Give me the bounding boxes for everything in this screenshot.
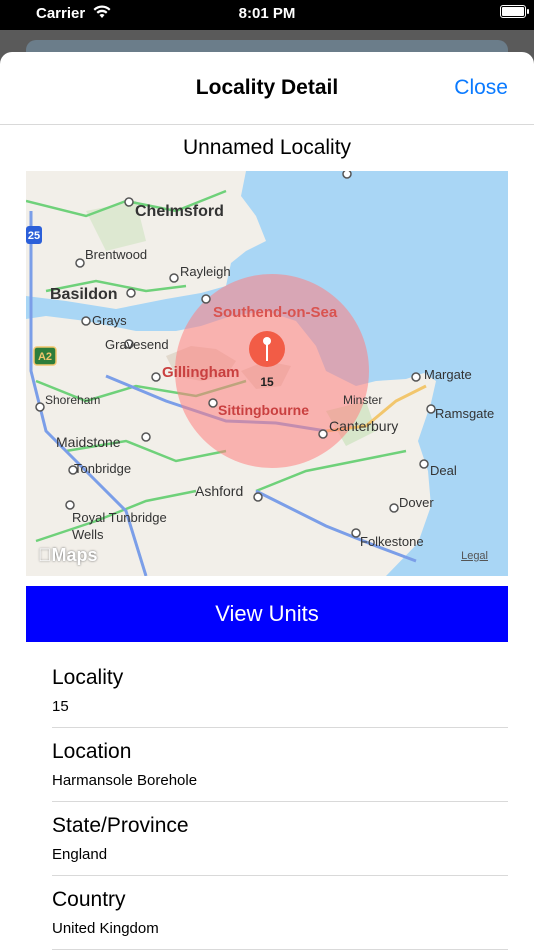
label-southend: Southend-on-Sea (213, 304, 338, 321)
view-units-button[interactable]: View Units (26, 586, 508, 642)
detail-label: Location (52, 740, 132, 763)
status-bar: Carrier 8:01 PM (0, 0, 534, 28)
detail-label: State/Province (52, 814, 189, 837)
label-basildon: Basildon (50, 286, 118, 303)
label-wells: Wells (72, 527, 104, 542)
label-gillingham: Gillingham (162, 364, 240, 381)
label-shoreham: Shoreham (45, 393, 100, 407)
detail-row-location: Location Harmansole Borehole (52, 728, 508, 802)
locality-name: Unnamed Locality (182, 136, 352, 159)
label-minster: Minster (343, 393, 382, 407)
detail-row-state: State/Province England (52, 802, 508, 876)
map-view[interactable]: A2 25 Chelmsford Brentwood Rayleigh Basi… (26, 171, 508, 576)
label-deal: Deal (430, 463, 457, 478)
detail-value: United Kingdom (52, 920, 159, 937)
label-maidstone: Maidstone (56, 434, 121, 450)
label-margate: Margate (424, 367, 472, 382)
road-shield-25: 25 (28, 230, 40, 242)
close-button[interactable]: Close (454, 76, 508, 100)
legal-link[interactable]: Legal (461, 550, 488, 562)
locality-detail-sheet: Locality Detail Close Unnamed Locality A… (0, 52, 534, 950)
label-royal-tunbridge: Royal Tunbridge (72, 510, 167, 525)
detail-value: 15 (52, 698, 69, 715)
label-rayleigh: Rayleigh (180, 264, 231, 279)
detail-value: England (52, 846, 108, 863)
label-chelmsford: Chelmsford (135, 203, 224, 220)
detail-label: Locality (52, 666, 124, 689)
label-gravesend: Gravesend (105, 337, 169, 352)
locality-pin-icon (249, 331, 285, 367)
label-canterbury: Canterbury (329, 418, 398, 434)
label-grays: Grays (92, 313, 127, 328)
details-list: Locality 15 Location Harmansole Borehole… (52, 654, 508, 950)
battery-icon (500, 5, 529, 18)
navigation-bar: Locality Detail Close (0, 52, 534, 125)
apple-maps-logo: Maps (38, 545, 98, 565)
clock: 8:01 PM (238, 5, 296, 22)
label-brentwood: Brentwood (85, 247, 147, 262)
pin-label: 15 (260, 375, 274, 389)
detail-row-locality: Locality 15 (52, 654, 508, 728)
label-dover: Dover (399, 495, 434, 510)
label-folkestone: Folkestone (360, 534, 424, 549)
label-ramsgate: Ramsgate (435, 406, 494, 421)
label-tonbridge: Tonbridge (74, 461, 131, 476)
detail-label: Country (52, 888, 126, 911)
apple-icon:  (38, 545, 52, 565)
label-ashford: Ashford (195, 483, 243, 499)
label-sittingbourne: Sittingbourne (218, 402, 309, 418)
detail-value: Harmansole Borehole (52, 772, 198, 789)
road-shield-a2: A2 (38, 351, 52, 363)
detail-row-country: Country United Kingdom (52, 876, 508, 950)
